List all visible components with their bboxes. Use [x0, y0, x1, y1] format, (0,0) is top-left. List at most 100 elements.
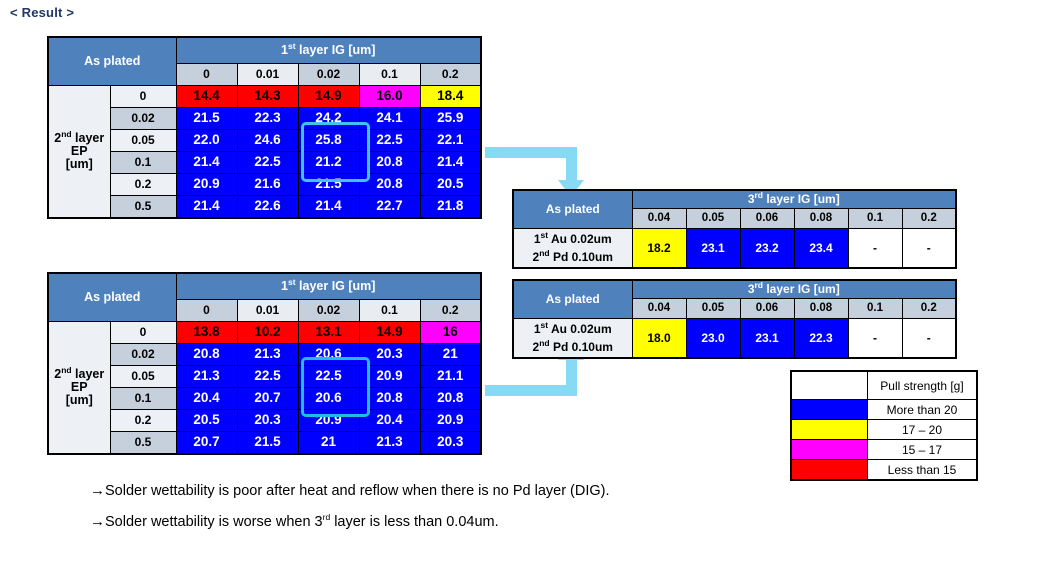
left-top-col-label: 0.02 [297, 63, 360, 86]
data-cell: 18.4 [419, 85, 482, 108]
legend-swatch [790, 399, 868, 420]
data-cell: 20.9 [297, 409, 360, 432]
legend: Pull strength [g] More than 20 17 – 20 15 –… [790, 370, 978, 481]
table-row: 0.1 20.4 20.7 20.6 20.8 20.8 [48, 387, 482, 410]
legend-row: Less than 15 [790, 459, 978, 481]
left-bottom-row-group-label: 2nd layer EP [um] [47, 321, 111, 455]
data-cell: 20.3 [236, 409, 299, 432]
left-top-row-label: 0.02 [109, 107, 177, 130]
data-cell: 20.6 [297, 387, 360, 410]
data-cell: 20.9 [358, 365, 421, 388]
data-cell: 20.3 [419, 431, 482, 455]
data-cell: 22.5 [236, 151, 299, 174]
data-cell: 21.5 [175, 107, 238, 130]
data-cell: 20.8 [419, 387, 482, 410]
note-2-prefix: Solder wettability is worse when 3 [105, 514, 323, 530]
data-cell: 22.7 [358, 195, 421, 219]
left-top-row-label: 0.1 [109, 151, 177, 174]
data-cell: 21 [297, 431, 360, 455]
left-top-row-label: 0 [109, 85, 177, 108]
right-top-row-label: 1st Au 0.02um 2nd Pd 0.10um [512, 228, 633, 269]
data-cell: 24.2 [297, 107, 360, 130]
left-bottom-row-label: 0.2 [109, 409, 177, 432]
data-cell: 25.9 [419, 107, 482, 130]
data-cell: 20.3 [358, 343, 421, 366]
data-cell: 16.0 [358, 85, 421, 108]
data-cell: 16 [419, 321, 482, 344]
table-row: 0.02 21.5 22.3 24.2 24.1 25.9 [48, 107, 482, 130]
data-cell: 22.1 [419, 129, 482, 152]
legend-row: More than 20 [790, 399, 978, 420]
legend-label: 15 – 17 [867, 439, 978, 460]
right-bottom-col-label: 0.06 [739, 298, 795, 319]
data-cell: 21.3 [236, 343, 299, 366]
table-row: 2nd layer EP [um] 0 14.4 14.3 14.9 16.0 18.4 [47, 85, 482, 219]
note-2: →Solder wettability is worse when 3rd la… [90, 513, 499, 531]
left-bottom-header-row: As plated 1st layer IG [um] [47, 272, 482, 322]
legend-label: More than 20 [867, 399, 978, 420]
data-cell: 20.4 [175, 387, 238, 410]
arrow-right-icon: → [90, 482, 105, 499]
right-bottom-col-label: 0.08 [793, 298, 849, 319]
data-cell: 20.8 [358, 387, 421, 410]
data-cell: 22.5 [297, 365, 360, 388]
left-top-row-group-label: 2nd layer EP [um] [47, 85, 111, 219]
arrow-right-icon: → [90, 513, 105, 530]
data-cell: 21.8 [419, 195, 482, 219]
table-row: 0.2 20.5 20.3 20.9 20.4 20.9 [48, 409, 482, 432]
left-top-col-label: 0 [175, 63, 238, 86]
right-top-corner-label: As plated [512, 189, 633, 229]
left-bottom-col-label: 0.1 [358, 299, 421, 322]
right-top-col-label: 0.1 [847, 208, 903, 229]
left-bottom-row-label: 0.5 [109, 431, 177, 455]
left-bottom-col-label: 0 [175, 299, 238, 322]
table-row: 0.02 20.8 21.3 20.6 20.3 21 [48, 343, 482, 366]
note-2-suffix: layer is less than 0.04um. [330, 514, 499, 530]
data-cell: 23.2 [739, 228, 795, 269]
left-top-col-label: 0.1 [358, 63, 421, 86]
right-bottom-row-label: 1st Au 0.02um 2nd Pd 0.10um [512, 318, 633, 359]
table-row: 0.5 21.4 22.6 21.4 22.7 21.8 [48, 195, 482, 219]
arrow-2-horizontal-shaft [485, 385, 577, 396]
left-bottom-row-label: 0.1 [109, 387, 177, 410]
data-cell: 21.6 [236, 173, 299, 196]
data-cell: 21.4 [175, 195, 238, 219]
table-left-bottom: As plated 1st layer IG [um] 0 0.01 0.02 0.1 0.… [47, 272, 482, 455]
table-row: 0.05 21.3 22.5 22.5 20.9 21.1 [48, 365, 482, 388]
table-row: 0.1 21.4 22.5 21.2 20.8 21.4 [48, 151, 482, 174]
data-cell: 14.9 [358, 321, 421, 344]
right-bottom-col-group-header: 3rd layer IG [um] [631, 279, 957, 299]
legend-title-row: Pull strength [g] [790, 370, 978, 400]
legend-row: 17 – 20 [790, 419, 978, 440]
data-cell: 14.9 [297, 85, 360, 108]
left-top-header-row: As plated 1st layer IG [um] [47, 36, 482, 86]
data-cell: 22.3 [236, 107, 299, 130]
left-top-row-label: 0.5 [109, 195, 177, 219]
arrow-1-horizontal-shaft [485, 147, 577, 158]
data-cell: - [901, 228, 957, 269]
data-cell: 20.7 [175, 431, 238, 455]
left-bottom-row-label: 0 [109, 321, 177, 344]
data-cell: 20.8 [358, 151, 421, 174]
data-cell: 21.1 [419, 365, 482, 388]
data-cell: 23.1 [739, 318, 795, 359]
data-cell: 21 [419, 343, 482, 366]
legend-title: Pull strength [g] [867, 370, 978, 400]
legend-label: 17 – 20 [867, 419, 978, 440]
right-top-col-label: 0.08 [793, 208, 849, 229]
data-cell: 21.5 [236, 431, 299, 455]
data-cell: 20.5 [175, 409, 238, 432]
data-cell: 18.0 [631, 318, 687, 359]
right-bottom-col-label: 0.1 [847, 298, 903, 319]
data-cell: 20.9 [419, 409, 482, 432]
data-cell: 10.2 [236, 321, 299, 344]
left-bottom-row-label: 0.05 [109, 365, 177, 388]
data-cell: 22.0 [175, 129, 238, 152]
left-top-col-group-header: 1st layer IG [um] [175, 36, 482, 64]
data-cell: 14.4 [175, 85, 238, 108]
data-cell: 20.7 [236, 387, 299, 410]
table-right-top: As plated 3rd layer IG [um] 0.04 0.05 0.06 0.… [512, 189, 957, 269]
note-1: →Solder wettability is poor after heat a… [90, 482, 610, 500]
data-cell: 20.5 [419, 173, 482, 196]
data-cell: 21.4 [175, 151, 238, 174]
